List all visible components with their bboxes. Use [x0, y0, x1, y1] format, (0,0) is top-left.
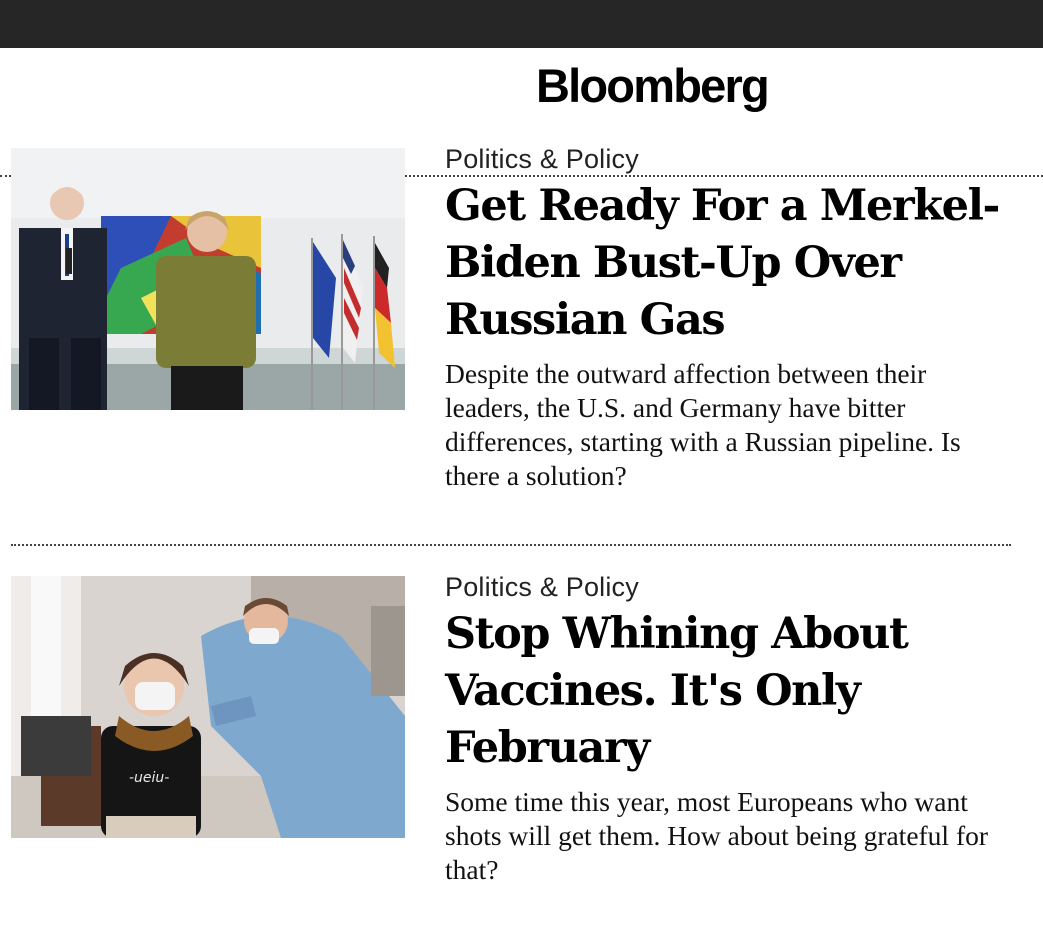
story-divider [11, 544, 1011, 546]
story-summary: Despite the outward affection between th… [445, 358, 961, 491]
story-card[interactable]: -ueiu- Politics & Policy Stop Whining Ab… [0, 574, 1043, 916]
shirt-print: -ueiu- [129, 770, 169, 786]
story-category[interactable]: Politics & Policy [445, 574, 1015, 601]
story-thumbnail[interactable]: -ueiu- [11, 576, 405, 838]
bloomberg-logo[interactable]: Bloomberg [536, 58, 770, 114]
photo-leaders-with-flags [11, 148, 405, 410]
story-text: Politics & Policy Get Ready For a Merkel… [445, 146, 1015, 493]
story-category[interactable]: Politics & Policy [445, 146, 1015, 173]
story-headline[interactable]: Get Ready For a Merkel-Biden Bust-Up Ove… [445, 178, 1015, 349]
story-thumbnail[interactable] [11, 148, 405, 410]
story-card[interactable]: Politics & Policy Get Ready For a Merkel… [0, 146, 1043, 508]
photo-vaccination: -ueiu- [11, 576, 405, 838]
story-summary: Some time this year, most Europeans who … [445, 786, 989, 885]
masthead: Bloomberg [0, 48, 1043, 177]
story-text: Politics & Policy Stop Whining About Vac… [445, 574, 1015, 887]
status-bar [0, 0, 1043, 48]
story-headline[interactable]: Stop Whining About Vaccines. It's Only F… [445, 606, 1015, 777]
